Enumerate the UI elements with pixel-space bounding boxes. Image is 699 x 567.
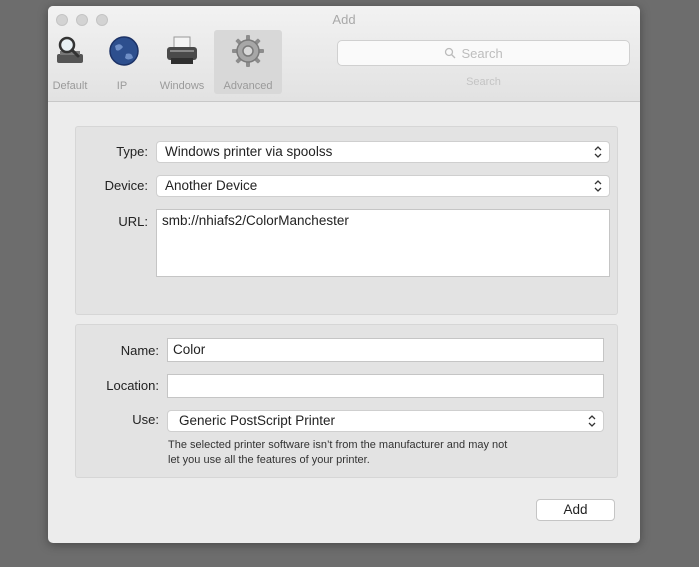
printer-icon	[167, 36, 197, 64]
device-value: Another Device	[165, 178, 258, 193]
url-label: URL:	[118, 214, 148, 229]
location-field[interactable]	[167, 374, 604, 398]
url-field[interactable]: smb://nhiafs2/ColorManchester	[156, 209, 610, 277]
search-caption: Search	[466, 76, 501, 88]
tab-default[interactable]: Default	[52, 30, 88, 94]
globe-icon	[109, 36, 139, 66]
search-field[interactable]	[337, 40, 630, 66]
magnifier-printer-icon	[57, 36, 83, 63]
titlebar: Add Default IP Windows Advanced Search S…	[48, 6, 640, 102]
name-field[interactable]: Color	[167, 338, 604, 362]
gear-icon	[232, 35, 264, 67]
driver-warning-line1: The selected printer software isn’t from…	[168, 439, 508, 451]
tab-advanced-label: Advanced	[223, 80, 273, 92]
window-title: Add	[332, 12, 356, 27]
chevron-updown-icon	[594, 180, 602, 192]
use-label: Use:	[132, 412, 159, 427]
driver-warning-line2: let you use all the features of your pri…	[168, 454, 370, 466]
search-input[interactable]	[459, 44, 524, 62]
device-popup[interactable]: Another Device	[156, 175, 610, 197]
tab-default-label: Default	[52, 80, 88, 92]
tab-ip-label: IP	[116, 80, 128, 92]
type-popup[interactable]: Windows printer via spoolss	[156, 141, 610, 163]
tab-windows[interactable]: Windows	[152, 30, 212, 94]
printer-panel: Name: Color Location: Use: Generic PostS…	[75, 324, 618, 478]
add-button[interactable]: Add	[536, 499, 615, 521]
location-label: Location:	[106, 378, 159, 393]
use-popup[interactable]: Generic PostScript Printer	[167, 410, 604, 432]
tab-ip[interactable]: IP	[107, 30, 139, 94]
chevron-updown-icon	[594, 146, 602, 158]
search-icon	[444, 47, 455, 59]
tab-windows-label: Windows	[159, 80, 205, 92]
device-label: Device:	[104, 178, 148, 193]
use-value: Generic PostScript Printer	[179, 413, 336, 428]
type-value: Windows printer via spoolss	[165, 144, 333, 159]
chevron-updown-icon	[588, 415, 596, 427]
name-label: Name:	[120, 343, 159, 358]
add-printer-window: Add Default IP Windows Advanced Search S…	[48, 6, 640, 543]
tab-advanced[interactable]: Advanced	[214, 30, 282, 94]
type-label: Type:	[116, 144, 148, 159]
connection-panel: Type: Windows printer via spoolss Device…	[75, 126, 618, 315]
